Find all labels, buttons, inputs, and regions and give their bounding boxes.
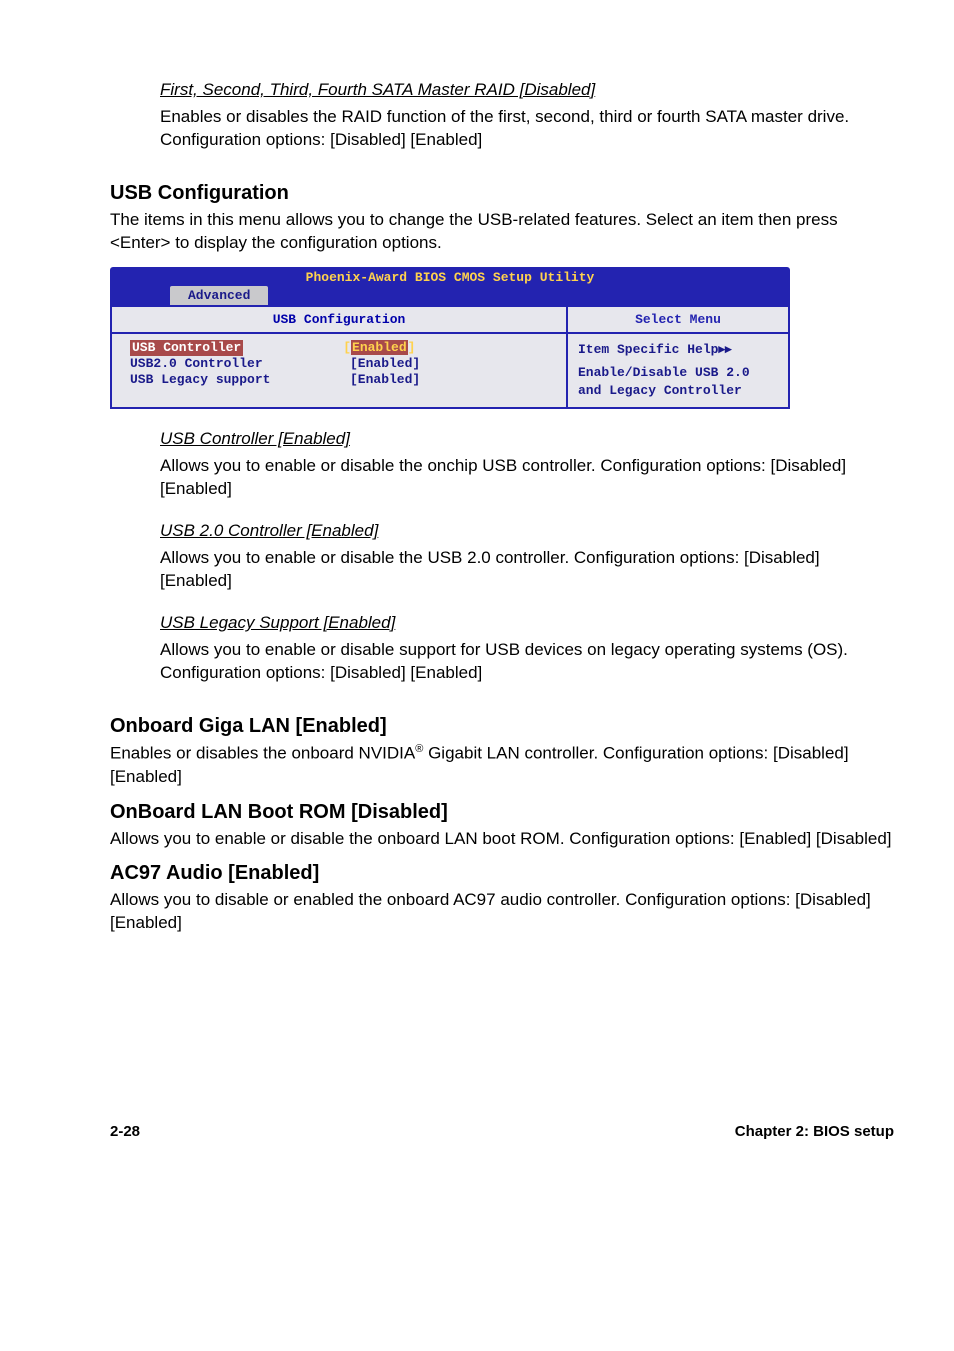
ac97-body: Allows you to disable or enabled the onb…	[110, 889, 894, 935]
bios-row-usb-controller: USB Controller [Enabled]	[130, 340, 556, 356]
usb20-controller-body: Allows you to enable or disable the USB …	[160, 547, 894, 593]
usb20-controller-title: USB 2.0 Controller [Enabled]	[160, 521, 894, 541]
bios-tab-row: Advanced	[110, 286, 790, 307]
bios-screenshot: Phoenix-Award BIOS CMOS Setup Utility Ad…	[110, 267, 790, 410]
ac97-heading: AC97 Audio [Enabled]	[110, 862, 894, 885]
usb-controller-body: Allows you to enable or disable the onch…	[160, 455, 894, 501]
bios-left-title: USB Configuration	[112, 307, 566, 334]
sata-raid-title: First, Second, Third, Fourth SATA Master…	[160, 80, 894, 100]
bios-row-usb-legacy: USB Legacy support [Enabled]	[130, 372, 556, 388]
usb-legacy-body: Allows you to enable or disable support …	[160, 639, 894, 685]
bios-help-body: Enable/Disable USB 2.0 and Legacy Contro…	[578, 364, 780, 399]
bios-row-label: USB Legacy support	[130, 372, 350, 388]
bios-row-value: [Enabled]	[343, 340, 415, 356]
bios-tab-advanced: Advanced	[170, 286, 268, 305]
usb-config-heading: USB Configuration	[110, 182, 894, 205]
usb-config-intro: The items in this menu allows you to cha…	[110, 209, 894, 255]
page-number: 2-28	[110, 1123, 140, 1140]
bios-row-value: [Enabled]	[350, 372, 420, 388]
chapter-label: Chapter 2: BIOS setup	[735, 1123, 894, 1140]
lan-boot-body: Allows you to enable or disable the onbo…	[110, 828, 894, 851]
bios-right-title: Select Menu	[568, 307, 788, 334]
bios-row-label: USB Controller	[130, 340, 243, 356]
sata-raid-body: Enables or disables the RAID function of…	[160, 106, 894, 152]
lan-boot-heading: OnBoard LAN Boot ROM [Disabled]	[110, 801, 894, 824]
giga-lan-body: Enables or disables the onboard NVIDIA® …	[110, 742, 894, 789]
bios-row-value: [Enabled]	[350, 356, 420, 372]
usb-controller-title: USB Controller [Enabled]	[160, 429, 894, 449]
giga-lan-heading: Onboard Giga LAN [Enabled]	[110, 715, 894, 738]
usb-legacy-title: USB Legacy Support [Enabled]	[160, 613, 894, 633]
bios-title: Phoenix-Award BIOS CMOS Setup Utility	[110, 267, 790, 286]
bios-help-title: Item Specific Help▸▸	[578, 340, 780, 359]
help-arrow-icon: ▸▸	[718, 341, 731, 356]
bios-row-usb20: USB2.0 Controller [Enabled]	[130, 356, 556, 372]
bios-row-label: USB2.0 Controller	[130, 356, 350, 372]
